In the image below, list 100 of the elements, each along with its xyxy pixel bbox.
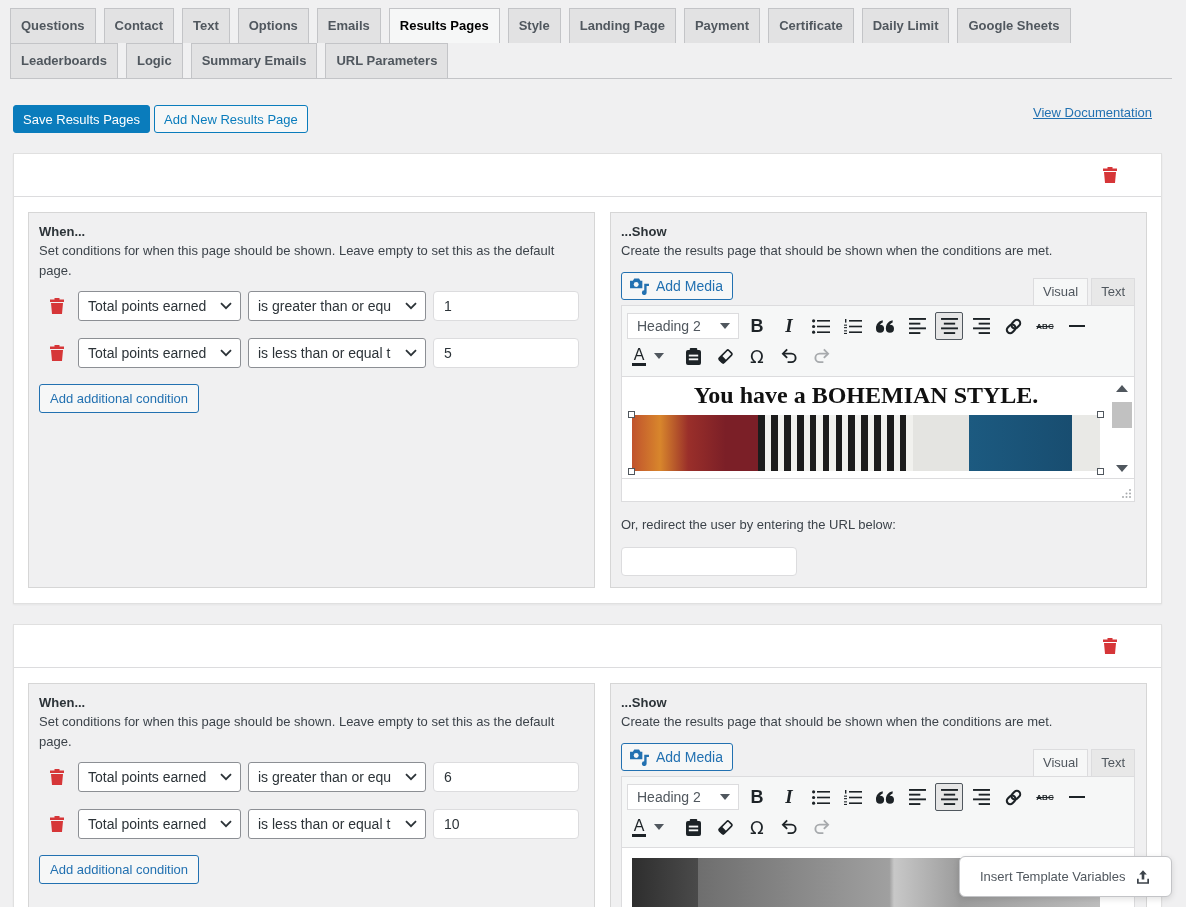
resize-handle-icon[interactable] bbox=[1097, 411, 1104, 418]
value-input[interactable]: 5 bbox=[433, 338, 579, 368]
caret-down-icon bbox=[720, 323, 730, 329]
tab[interactable]: Emails bbox=[316, 8, 381, 43]
tab[interactable]: Text bbox=[181, 8, 230, 43]
bullet-list-icon bbox=[812, 318, 830, 334]
add-condition-button[interactable]: Add additional condition bbox=[39, 384, 200, 413]
documentation-link[interactable]: View Documentation bbox=[1033, 105, 1152, 121]
horizontal-line-icon bbox=[1069, 796, 1085, 798]
trash-icon[interactable] bbox=[1103, 167, 1117, 183]
chevron-down-icon bbox=[220, 773, 232, 781]
bold-button[interactable]: B bbox=[743, 783, 771, 811]
quote-icon bbox=[876, 790, 894, 804]
resize-grip-icon[interactable] bbox=[1122, 489, 1131, 498]
undo-icon bbox=[780, 819, 798, 835]
resize-handle-icon[interactable] bbox=[628, 468, 635, 475]
resize-handle-icon[interactable] bbox=[628, 411, 635, 418]
redirect-label: Or, redirect the user by entering the URL below: bbox=[621, 516, 897, 534]
trash-icon[interactable] bbox=[50, 769, 64, 785]
camera-music-icon bbox=[630, 277, 649, 295]
tab[interactable]: Logic bbox=[126, 43, 183, 78]
tab[interactable]: Questions bbox=[10, 8, 96, 43]
tab[interactable]: Contact bbox=[103, 8, 174, 43]
italic-button[interactable]: I bbox=[775, 312, 803, 340]
section-description: Create the results page that should be shown when the conditions are met. bbox=[621, 242, 1054, 260]
tab[interactable]: Google Sheets bbox=[957, 8, 1071, 43]
redo-icon bbox=[812, 819, 830, 835]
scrollbar-thumb[interactable] bbox=[1112, 402, 1132, 428]
section-description: Create the results page that should be shown when the conditions are met. bbox=[621, 713, 1054, 731]
tab[interactable]: Certificate bbox=[768, 8, 854, 43]
text-color-button[interactable]: A bbox=[627, 813, 651, 841]
horizontal-line-icon bbox=[1069, 325, 1085, 327]
align-left-icon bbox=[908, 789, 926, 805]
insert-variables-popup[interactable]: Insert Template Variables bbox=[959, 856, 1173, 897]
value-input[interactable]: 6 bbox=[433, 762, 579, 792]
chevron-down-icon bbox=[220, 302, 232, 310]
operator-dropdown[interactable]: is less than or equal t bbox=[248, 809, 426, 839]
add-media-button[interactable]: Add Media bbox=[621, 272, 733, 300]
tab[interactable]: Results Pages bbox=[388, 8, 500, 43]
chevron-down-icon bbox=[220, 349, 232, 357]
operator-dropdown[interactable]: is greater than or equ bbox=[248, 762, 426, 792]
chevron-down-icon bbox=[405, 773, 417, 781]
add-condition-button[interactable]: Add additional condition bbox=[39, 855, 200, 884]
eraser-icon bbox=[716, 347, 734, 365]
align-center-icon bbox=[940, 789, 958, 805]
align-center-button[interactable] bbox=[935, 312, 963, 340]
align-center-icon bbox=[940, 318, 958, 334]
align-right-icon bbox=[972, 318, 990, 334]
text-color-button[interactable]: A bbox=[627, 342, 651, 370]
section-title: When... bbox=[39, 694, 87, 712]
tab[interactable]: URL Parameters bbox=[325, 43, 449, 78]
field-dropdown[interactable]: Total points earned bbox=[78, 762, 241, 792]
upload-icon bbox=[1137, 869, 1150, 884]
italic-button[interactable]: I bbox=[775, 783, 803, 811]
tab[interactable]: Options bbox=[237, 8, 309, 43]
scroll-down-icon[interactable] bbox=[1116, 465, 1128, 472]
numbered-list-icon bbox=[844, 318, 862, 334]
scroll-up-icon[interactable] bbox=[1116, 385, 1128, 392]
chevron-down-icon bbox=[220, 820, 232, 828]
align-right-icon bbox=[972, 789, 990, 805]
tab[interactable]: Daily Limit bbox=[861, 8, 950, 43]
trash-icon[interactable] bbox=[50, 298, 64, 314]
editor-tab[interactable]: Text bbox=[1091, 749, 1135, 776]
trash-icon[interactable] bbox=[50, 816, 64, 832]
trash-icon[interactable] bbox=[1103, 638, 1117, 654]
section-title: When... bbox=[39, 223, 87, 241]
align-center-button[interactable] bbox=[935, 783, 963, 811]
section-title: ...Show bbox=[621, 223, 668, 241]
clipboard-icon bbox=[685, 347, 701, 365]
resize-handle-icon[interactable] bbox=[1097, 468, 1104, 475]
format-dropdown[interactable]: Heading 2 bbox=[627, 784, 739, 810]
section-title: ...Show bbox=[621, 694, 668, 712]
field-dropdown[interactable]: Total points earned bbox=[78, 338, 241, 368]
editor-tab[interactable]: Visual bbox=[1032, 749, 1089, 776]
operator-dropdown[interactable]: is less than or equal t bbox=[248, 338, 426, 368]
special-character-button[interactable]: Ω bbox=[743, 813, 771, 841]
editor-tab[interactable]: Text bbox=[1091, 278, 1135, 305]
strikethrough-button[interactable]: ABC bbox=[1031, 783, 1059, 811]
url-input[interactable] bbox=[621, 547, 797, 576]
tab[interactable]: Summary Emails bbox=[190, 43, 318, 78]
tab[interactable]: Landing Page bbox=[568, 8, 676, 43]
field-dropdown[interactable]: Total points earned bbox=[78, 291, 241, 321]
section-description: Set conditions for when this page should be shown. Leave empty to set this as the default page. bbox=[39, 242, 556, 280]
editor-tab[interactable]: Visual bbox=[1032, 278, 1089, 305]
quote-icon bbox=[876, 319, 894, 333]
strikethrough-button[interactable]: ABC bbox=[1031, 312, 1059, 340]
bold-button[interactable]: B bbox=[743, 312, 771, 340]
operator-dropdown[interactable]: is greater than or equ bbox=[248, 291, 426, 321]
value-input[interactable]: 10 bbox=[433, 809, 579, 839]
add-media-button[interactable]: Add Media bbox=[621, 743, 733, 771]
trash-icon[interactable] bbox=[50, 345, 64, 361]
tab[interactable]: Leaderboards bbox=[10, 43, 118, 78]
format-dropdown[interactable]: Heading 2 bbox=[627, 313, 739, 339]
tab[interactable]: Style bbox=[507, 8, 561, 43]
save-button[interactable]: Save Results Pages bbox=[13, 105, 151, 133]
add-page-button[interactable]: Add New Results Page bbox=[154, 105, 308, 133]
special-character-button[interactable]: Ω bbox=[743, 342, 771, 370]
field-dropdown[interactable]: Total points earned bbox=[78, 809, 241, 839]
tab[interactable]: Payment bbox=[683, 8, 761, 43]
value-input[interactable]: 1 bbox=[433, 291, 579, 321]
